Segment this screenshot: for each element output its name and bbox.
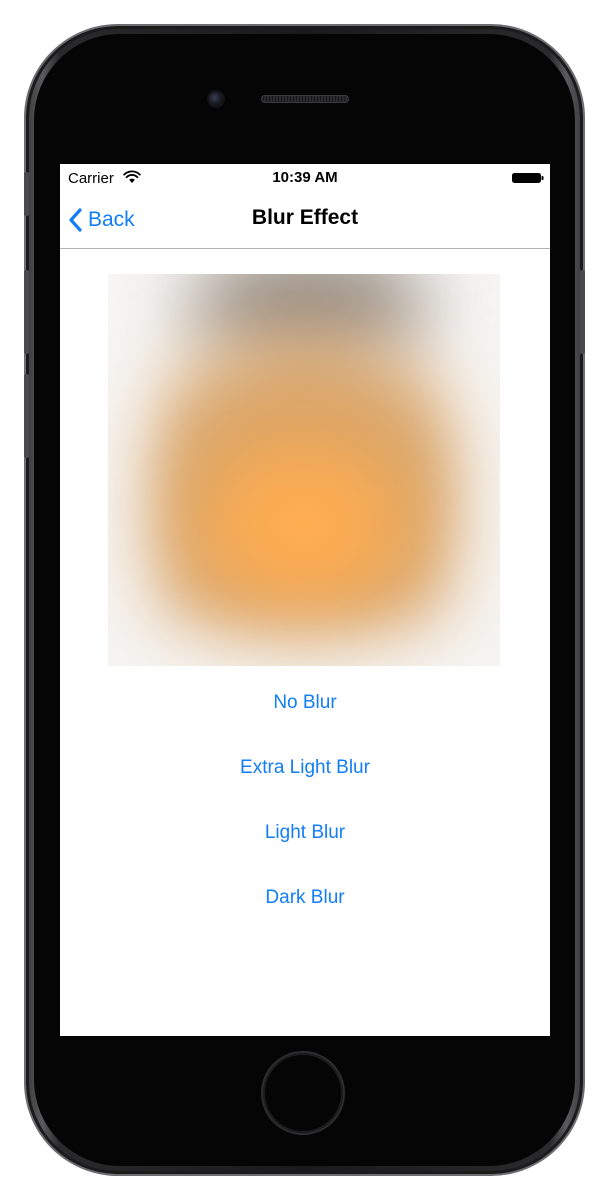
volume-up-button (24, 270, 29, 354)
phone-screen: Carrier 10:39 AM Back Blur Effect No Blu… (60, 164, 550, 1036)
dark-blur-button[interactable]: Dark Blur (60, 879, 550, 944)
power-button (580, 270, 585, 354)
extra-light-blur-button[interactable]: Extra Light Blur (60, 749, 550, 814)
earpiece-speaker (261, 95, 349, 103)
navigation-bar: Back Blur Effect (60, 192, 550, 249)
volume-down-button (24, 374, 29, 458)
page-title: Blur Effect (251, 206, 359, 229)
image-edge-bottom (128, 654, 478, 666)
blur-options: No Blur Extra Light Blur Light Blur Dark… (60, 684, 550, 944)
no-blur-button[interactable]: No Blur (60, 684, 550, 749)
image-edge-left (108, 314, 128, 654)
status-bar: Carrier 10:39 AM (60, 164, 550, 192)
front-camera (209, 92, 223, 106)
light-blur-button[interactable]: Light Blur (60, 814, 550, 879)
clock-time: 10:39 AM (272, 169, 338, 186)
image-orange-center (203, 444, 403, 604)
battery-full-icon (512, 173, 544, 183)
home-button[interactable] (263, 1053, 343, 1133)
mute-switch (24, 172, 29, 216)
blurred-image (108, 274, 500, 666)
image-edge-right (480, 314, 500, 654)
